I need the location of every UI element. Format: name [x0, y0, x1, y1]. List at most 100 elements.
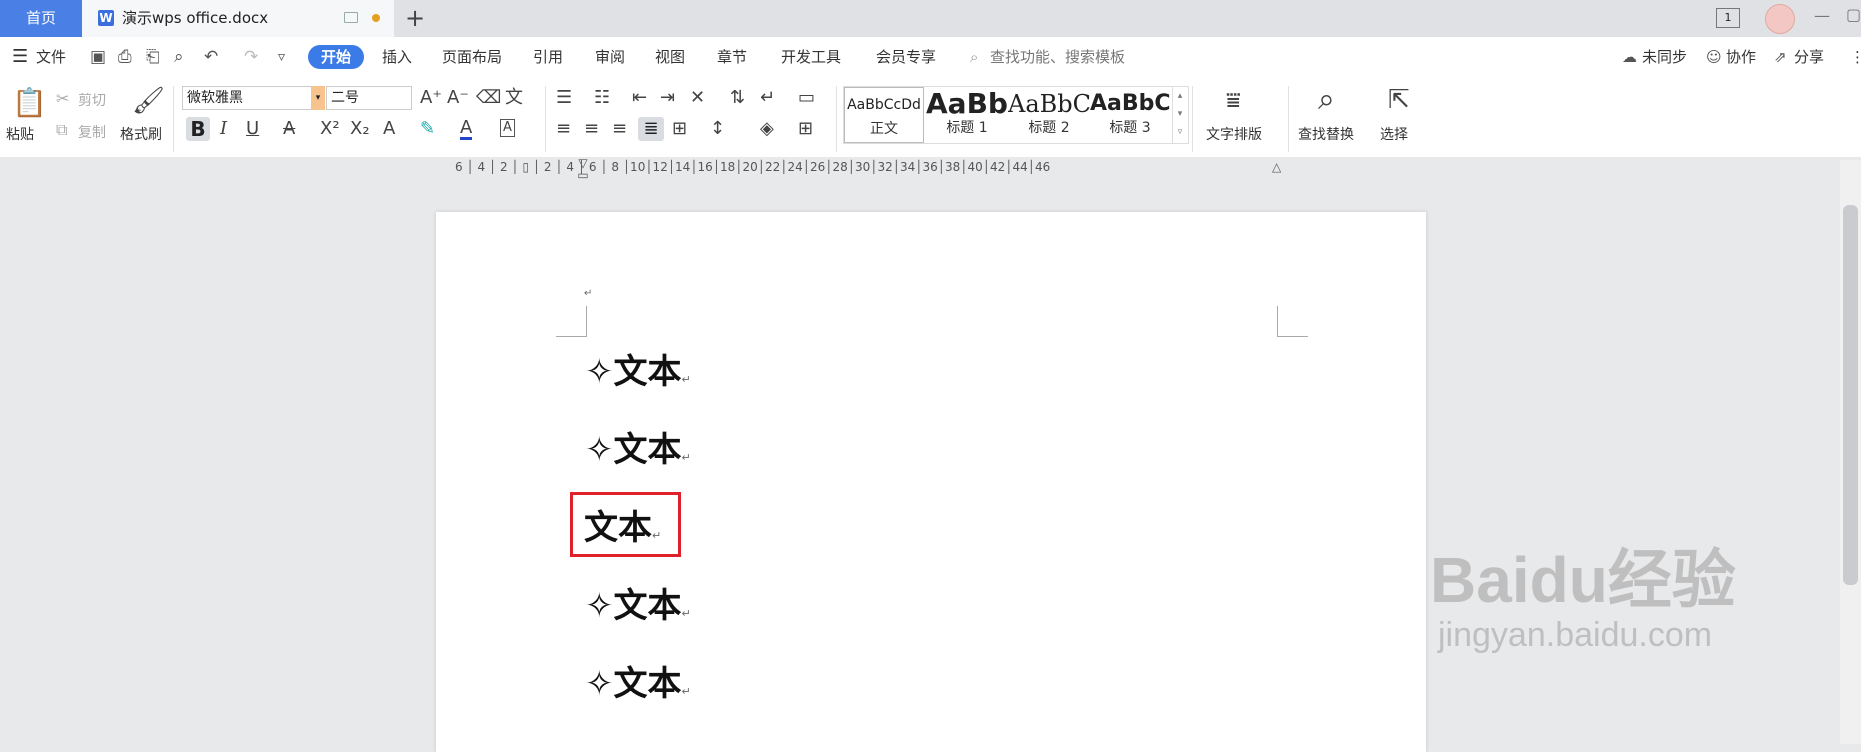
minimize-button[interactable]: — [1814, 6, 1830, 25]
find-replace-icon[interactable]: ⌕ [1318, 84, 1335, 116]
paste-button[interactable]: 粘贴 [6, 124, 34, 144]
menu-hamburger-icon[interactable]: ☰ [12, 37, 28, 77]
right-indent-marker-icon[interactable]: △ [1272, 160, 1281, 174]
share-button[interactable]: 分享 [1794, 37, 1824, 77]
table-tools-icon[interactable]: ▭ [798, 88, 815, 108]
new-tab-button[interactable]: + [405, 4, 425, 32]
strikethrough-icon[interactable]: A [283, 119, 295, 139]
tab-start[interactable]: 开始 [308, 45, 364, 69]
style-gallery: AaBbCcDd 正文 AaBb 标题 1 AaBbC 标题 2 AaBbC 标… [843, 86, 1189, 144]
search-icon[interactable]: ⌕ [970, 37, 978, 77]
justify-icon[interactable]: ≣ [638, 117, 664, 141]
search-input[interactable]: 查找功能、搜索模板 [990, 37, 1125, 77]
print-icon[interactable]: ⎗ [146, 37, 160, 77]
list-item[interactable]: ✧文本↵ [585, 664, 691, 712]
undo-icon[interactable]: ↶ [204, 37, 218, 77]
more-menu-icon[interactable]: ⋮ [1850, 37, 1861, 77]
scrollbar-thumb[interactable] [1843, 205, 1858, 585]
collaborate-button[interactable]: 协作 [1726, 37, 1756, 77]
cut-icon[interactable]: ✂ [56, 89, 69, 109]
watermark-url: jingyan.baidu.com [1438, 616, 1713, 654]
format-painter-icon[interactable]: 🖌 [132, 86, 165, 116]
list-item[interactable]: ✧文本↵ [585, 586, 691, 634]
find-replace-button[interactable]: 查找替换 [1298, 124, 1354, 144]
cut-button[interactable]: 剪切 [78, 90, 106, 110]
page-count-icon[interactable]: 1 [1716, 8, 1740, 28]
bold-button[interactable]: B [186, 117, 210, 141]
show-marks-icon[interactable]: ↵ [760, 88, 775, 108]
copy-icon[interactable]: ⧉ [56, 120, 67, 140]
grow-font-icon[interactable]: A⁺ [420, 88, 442, 108]
shrink-font-icon[interactable]: A⁻ [447, 88, 469, 108]
shading-icon[interactable]: ◈ [760, 119, 774, 139]
sync-status[interactable]: 未同步 [1642, 37, 1687, 77]
tab-chapter[interactable]: 章节 [717, 37, 747, 77]
indent-marker-icon[interactable]: ▽ ▭ [577, 157, 589, 181]
numbered-list-icon[interactable]: ☷ [594, 88, 610, 108]
style-label: 标题 3 [1109, 120, 1151, 136]
style-heading-2[interactable]: AaBbC 标题 2 [1008, 87, 1090, 143]
maximize-button[interactable]: ▢ [1846, 5, 1861, 24]
align-right-icon[interactable]: ≡ [612, 119, 627, 139]
align-left-icon[interactable]: ≡ [556, 119, 571, 139]
clear-format-icon[interactable]: ⌫ [476, 88, 501, 108]
line-spacing-icon[interactable]: ↕ [710, 119, 725, 139]
copy-button[interactable]: 复制 [78, 122, 106, 142]
sort-icon[interactable]: ⇅ [730, 88, 745, 108]
tab-reference[interactable]: 引用 [533, 37, 563, 77]
style-normal[interactable]: AaBbCcDd 正文 [844, 87, 924, 143]
list-item-text: 文本 [613, 352, 682, 392]
cursor-arrow-icon[interactable]: ⇱ [1388, 86, 1410, 114]
tab-home[interactable]: 首页 [0, 0, 82, 37]
menu-file[interactable]: 文件 [36, 37, 66, 77]
style-heading-1[interactable]: AaBb 标题 1 [926, 87, 1008, 143]
monitor-icon[interactable] [344, 12, 358, 23]
style-preview: AaBbC [1090, 91, 1170, 116]
paste-icon[interactable]: 📋 [12, 88, 47, 118]
tab-vip[interactable]: 会员专享 [876, 37, 936, 77]
avatar[interactable] [1765, 4, 1795, 34]
align-center-icon[interactable]: ≡ [584, 119, 599, 139]
redo-icon[interactable]: ↷ [244, 37, 258, 77]
tab-page-layout[interactable]: 页面布局 [442, 37, 502, 77]
chevron-down-icon[interactable]: ▾ [311, 86, 325, 110]
paragraph-mark: ↵ [681, 607, 691, 620]
vertical-ruler[interactable] [0, 185, 14, 744]
superscript-icon[interactable]: X² [320, 119, 340, 139]
tab-insert[interactable]: 插入 [382, 37, 412, 77]
increase-indent-icon[interactable]: ⇥ [660, 88, 675, 108]
text-layout-button[interactable]: 文字排版 [1206, 124, 1262, 144]
border-icon[interactable]: ⊞ [798, 119, 813, 139]
font-color-icon[interactable]: A [460, 119, 473, 140]
preview-icon[interactable]: ⌕ [174, 37, 184, 77]
tab-review[interactable]: 审阅 [595, 37, 625, 77]
style-scroll-icon[interactable]: ▴ ▾ ▿ [1172, 87, 1187, 143]
text-layout-icon[interactable]: ⩸ [1226, 86, 1241, 114]
text-effect-icon[interactable]: A [383, 119, 395, 139]
bullet-list-icon[interactable]: ☰ [556, 88, 572, 108]
decrease-indent-icon[interactable]: ⇤ [632, 88, 647, 108]
tab-view[interactable]: 视图 [655, 37, 685, 77]
format-painter-button[interactable]: 格式刷 [120, 124, 162, 144]
font-name-select[interactable]: 微软雅黑 [182, 86, 325, 110]
phonetic-icon[interactable]: 文 [505, 88, 523, 108]
subscript-icon[interactable]: X₂ [350, 119, 370, 139]
highlight-icon[interactable]: ✎ [420, 119, 435, 139]
style-heading-3[interactable]: AaBbC 标题 3 [1090, 87, 1170, 143]
quick-access-more-icon[interactable]: ▿ [278, 37, 285, 77]
save-icon[interactable]: ▣ [90, 37, 106, 77]
star-bullet-icon: ✧ [585, 430, 614, 470]
tab-document[interactable]: W 演示wps office.docx [82, 0, 394, 37]
list-item[interactable]: ✧文本↵ [585, 430, 691, 478]
tab-developer-tools[interactable]: 开发工具 [781, 37, 841, 77]
distributed-align-icon[interactable]: ⊞ [672, 119, 687, 139]
watermark-brand: Baidu经验 [1430, 544, 1736, 616]
select-button[interactable]: 选择 [1380, 124, 1408, 144]
list-item[interactable]: ✧文本↵ [585, 352, 691, 400]
font-size-select[interactable]: 二号 [326, 86, 412, 110]
underline-button[interactable]: U [246, 119, 259, 139]
chinese-layout-icon[interactable]: ✕ [690, 88, 705, 108]
char-border-icon[interactable]: A [500, 119, 515, 137]
italic-button[interactable]: I [220, 119, 227, 139]
export-icon[interactable]: ⎙ [118, 37, 132, 77]
